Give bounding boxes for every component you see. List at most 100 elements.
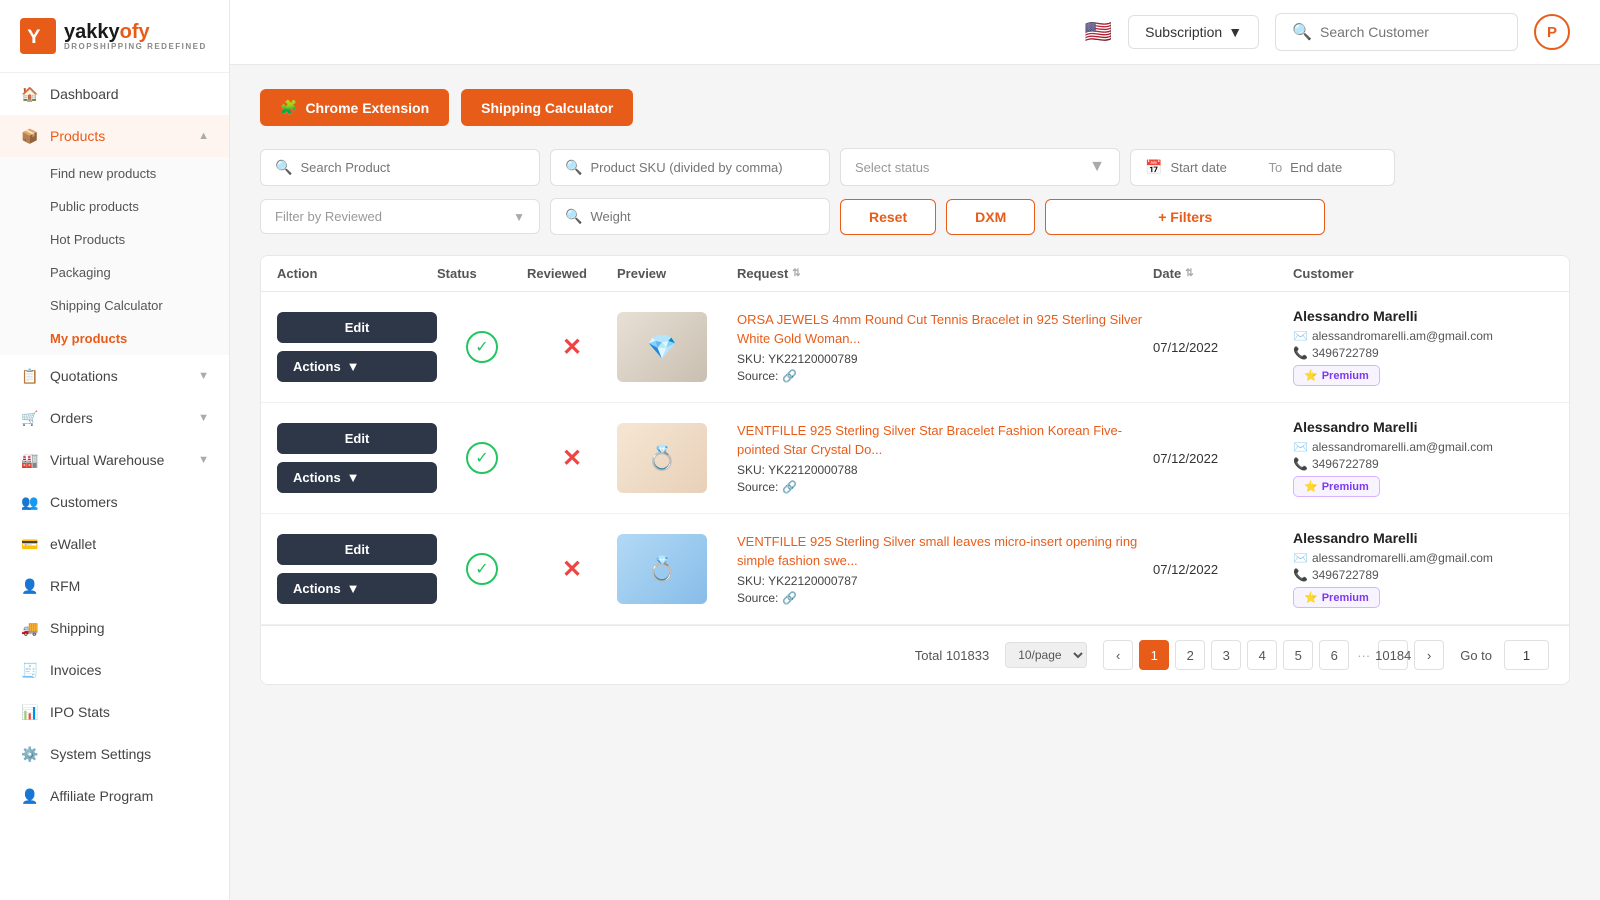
chrome-extension-button[interactable]: 🧩 Chrome Extension xyxy=(260,89,449,126)
sidebar-item-shipping-calculator[interactable]: Shipping Calculator xyxy=(0,289,229,322)
page-5-button[interactable]: 5 xyxy=(1283,640,1313,670)
premium-badge: ⭐ Premium xyxy=(1293,587,1380,608)
status-check-icon: ✓ xyxy=(466,331,498,363)
status-select[interactable]: Select status xyxy=(855,160,1089,175)
search-customer-input[interactable] xyxy=(1320,24,1501,40)
sidebar-item-label: Virtual Warehouse xyxy=(50,452,164,468)
product-sku: SKU: YK22120000789 xyxy=(737,352,1153,366)
sidebar-item-virtual-warehouse[interactable]: 🏭 Virtual Warehouse ▼ xyxy=(0,439,229,481)
edit-button[interactable]: Edit xyxy=(277,312,437,343)
page-3-button[interactable]: 3 xyxy=(1211,640,1241,670)
sidebar-item-label: Affiliate Program xyxy=(50,788,153,804)
date-filter[interactable]: 📅 To xyxy=(1130,149,1395,186)
subscription-button[interactable]: Subscription ▼ xyxy=(1128,15,1259,49)
reviewed-filter-wrap[interactable]: Filter by Reviewed ▼ xyxy=(260,199,540,234)
start-date-input[interactable] xyxy=(1170,160,1260,175)
sidebar-item-hot-products[interactable]: Hot Products xyxy=(0,223,229,256)
col-customer: Customer xyxy=(1293,266,1553,281)
sidebar-item-find-new-products[interactable]: Find new products xyxy=(0,157,229,190)
sidebar-item-public-products[interactable]: Public products xyxy=(0,190,229,223)
logo: Y yakkyofy DROPSHIPPING REDEFINED xyxy=(0,0,229,73)
end-date-input[interactable] xyxy=(1290,160,1380,175)
page-2-button[interactable]: 2 xyxy=(1175,640,1205,670)
sidebar-item-my-products[interactable]: My products xyxy=(0,322,229,355)
link-icon: 🔗 xyxy=(782,591,797,605)
search-customer-field[interactable]: 🔍 xyxy=(1275,13,1518,51)
actions-button[interactable]: Actions ▼ xyxy=(277,351,437,382)
reviewed-x-icon: ✕ xyxy=(562,333,582,362)
sidebar-item-shipping[interactable]: 🚚 Shipping xyxy=(0,607,229,649)
email-icon: ✉️ xyxy=(1293,551,1308,565)
prev-page-button[interactable]: ‹ xyxy=(1103,640,1133,670)
product-link[interactable]: ORSA JEWELS 4mm Round Cut Tennis Bracele… xyxy=(737,311,1153,347)
sidebar-item-quotations[interactable]: 📋 Quotations ▼ xyxy=(0,355,229,397)
sidebar-item-customers[interactable]: 👥 Customers xyxy=(0,481,229,523)
preview-column: 💍 xyxy=(617,534,737,604)
page-1-button[interactable]: 1 xyxy=(1139,640,1169,670)
status-select-wrap[interactable]: Select status ▼ xyxy=(840,148,1120,186)
edit-button[interactable]: Edit xyxy=(277,534,437,565)
actions-button[interactable]: Actions ▼ xyxy=(277,462,437,493)
shipping-calculator-button[interactable]: Shipping Calculator xyxy=(461,89,633,126)
pagination: Total 101833 10/page ‹ 1 2 3 4 5 6 ··· 1… xyxy=(261,625,1569,684)
avatar-button[interactable]: P xyxy=(1534,14,1570,50)
page-dots: ··· xyxy=(1357,648,1370,663)
customer-email: ✉️ alessandromarelli.am@gmail.com xyxy=(1293,440,1553,454)
edit-button[interactable]: Edit xyxy=(277,423,437,454)
last-page-button[interactable]: 10184 xyxy=(1378,640,1408,670)
col-status: Status xyxy=(437,266,527,281)
product-sku: SKU: YK22120000787 xyxy=(737,574,1153,588)
page-size-select[interactable]: 10/page xyxy=(1005,642,1087,668)
dxm-button[interactable]: DXM xyxy=(946,199,1035,235)
goto-label: Go to xyxy=(1460,648,1492,663)
actions-button[interactable]: Actions ▼ xyxy=(277,573,437,604)
sidebar-item-affiliate[interactable]: 👤 Affiliate Program xyxy=(0,775,229,817)
reset-button[interactable]: Reset xyxy=(840,199,936,235)
status-check-icon: ✓ xyxy=(466,442,498,474)
preview-column: 💍 xyxy=(617,423,737,493)
sidebar-item-label: Products xyxy=(50,128,105,144)
sidebar-item-system-settings[interactable]: ⚙️ System Settings xyxy=(0,733,229,775)
sidebar-item-orders[interactable]: 🛒 Orders ▼ xyxy=(0,397,229,439)
product-sku-input[interactable] xyxy=(590,160,815,175)
search-product-input[interactable] xyxy=(300,160,525,175)
search-product-field[interactable]: 🔍 xyxy=(260,149,540,186)
total-count: Total 101833 xyxy=(915,648,989,663)
product-sku-field[interactable]: 🔍 xyxy=(550,149,830,186)
filters-button[interactable]: + Filters xyxy=(1045,199,1325,235)
sidebar-item-dashboard[interactable]: 🏠 Dashboard xyxy=(0,73,229,115)
brand-name: yakkyofy xyxy=(64,22,207,42)
product-info-column: VENTFILLE 925 Sterling Silver Star Brace… xyxy=(737,422,1153,493)
page-6-button[interactable]: 6 xyxy=(1319,640,1349,670)
goto-input[interactable] xyxy=(1504,640,1549,670)
brand-tagline: DROPSHIPPING REDEFINED xyxy=(64,42,207,51)
products-table: Action Status Reviewed Preview Request ⇅… xyxy=(260,255,1570,685)
weight-filter[interactable]: 🔍 xyxy=(550,198,830,235)
next-page-button[interactable]: › xyxy=(1414,640,1444,670)
sidebar-item-label: Orders xyxy=(50,410,93,426)
invoices-icon: 🧾 xyxy=(20,660,40,680)
reviewed-x-icon: ✕ xyxy=(562,555,582,584)
sidebar-item-rfm[interactable]: 👤 RFM xyxy=(0,565,229,607)
star-icon: ⭐ xyxy=(1304,369,1318,382)
chevron-down-icon: ▼ xyxy=(347,359,360,374)
chevron-down-icon: ▼ xyxy=(198,412,209,424)
top-action-buttons: 🧩 Chrome Extension Shipping Calculator xyxy=(260,89,1570,126)
search-icon: 🔍 xyxy=(565,208,582,225)
action-column: Edit Actions ▼ xyxy=(277,423,437,493)
product-link[interactable]: VENTFILLE 925 Sterling Silver Star Brace… xyxy=(737,422,1153,458)
weight-input[interactable] xyxy=(590,209,815,224)
sidebar-item-products[interactable]: 📦 Products ▲ xyxy=(0,115,229,157)
page-4-button[interactable]: 4 xyxy=(1247,640,1277,670)
sidebar-item-ipo-stats[interactable]: 📊 IPO Stats xyxy=(0,691,229,733)
reviewed-select[interactable]: Filter by Reviewed xyxy=(275,209,513,224)
sidebar-item-packaging[interactable]: Packaging xyxy=(0,256,229,289)
chevron-up-icon: ▲ xyxy=(198,130,209,142)
customer-column: Alessandro Marelli ✉️ alessandromarelli.… xyxy=(1293,530,1553,608)
sidebar-item-invoices[interactable]: 🧾 Invoices xyxy=(0,649,229,691)
status-column: ✓ xyxy=(437,331,527,363)
subscription-label: Subscription xyxy=(1145,24,1222,40)
product-link[interactable]: VENTFILLE 925 Sterling Silver small leav… xyxy=(737,533,1153,569)
email-icon: ✉️ xyxy=(1293,440,1308,454)
sidebar-item-ewallet[interactable]: 💳 eWallet xyxy=(0,523,229,565)
